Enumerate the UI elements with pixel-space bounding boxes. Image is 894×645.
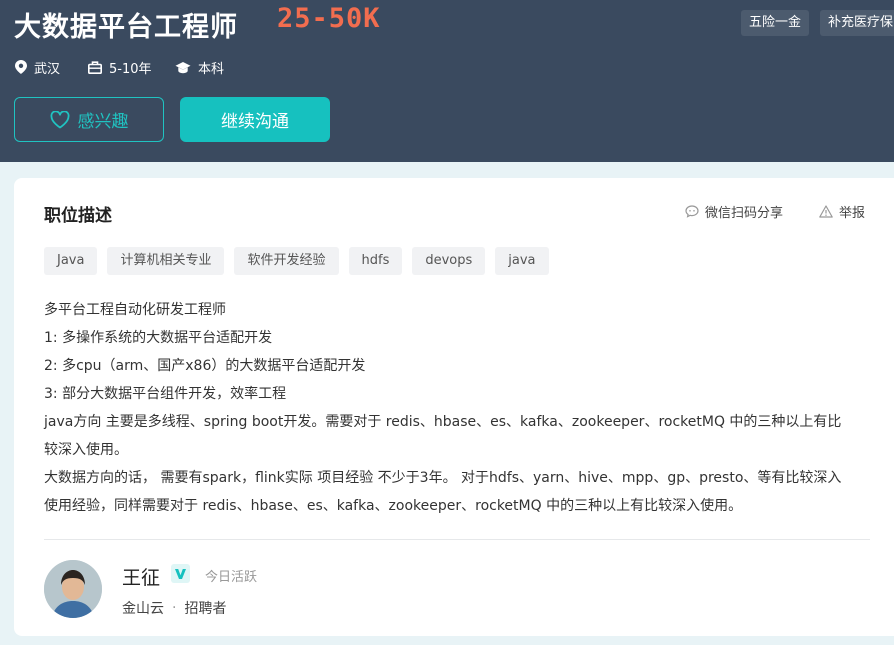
- skill-tag: java: [495, 247, 549, 275]
- skill-tag: hdfs: [348, 247, 403, 275]
- heart-icon: [50, 110, 69, 128]
- benefit-tag: 补充医疗保险: [820, 10, 894, 36]
- divider: [44, 539, 870, 540]
- education-text: 本科: [198, 61, 225, 77]
- warning-icon: [819, 205, 833, 218]
- salary: 25-50K: [277, 3, 381, 34]
- interest-button[interactable]: 感兴趣: [14, 97, 164, 142]
- verified-icon: [175, 568, 186, 579]
- job-description: 多平台工程自动化研发工程师 1: 多操作系统的大数据平台适配开发 2: 多cpu…: [44, 296, 870, 520]
- section-title: 职位描述: [44, 206, 112, 226]
- skill-tag: 计算机相关专业: [107, 247, 225, 275]
- job-location: 武汉: [15, 58, 61, 77]
- description-line: 3: 部分大数据平台组件开发，效率工程: [44, 386, 287, 402]
- description-line: 2: 多cpu（arm、国产x86）的大数据平台适配开发: [44, 358, 366, 374]
- briefcase-icon: [88, 60, 102, 74]
- description-line: java方向 主要是多线程、spring boot开发。需要对于 redis、h…: [44, 414, 842, 430]
- description-line: 较深入使用。: [44, 442, 128, 458]
- description-line: 使用经验，同样需要对于 redis、hbase、es、kafka、zookeep…: [44, 498, 743, 514]
- skill-tags: Java 计算机相关专业 软件开发经验 hdfs devops java: [44, 247, 559, 275]
- benefit-tag: 五险一金: [741, 10, 810, 36]
- job-experience: 5-10年: [88, 58, 152, 77]
- recruiter-company-role: 金山云 · 招聘者: [122, 598, 226, 618]
- job-education: 本科: [175, 58, 225, 77]
- recruiter-role: 招聘者: [184, 601, 227, 617]
- location-icon: [15, 60, 27, 74]
- skill-tag: Java: [44, 247, 98, 275]
- experience-text: 5-10年: [109, 61, 152, 77]
- report-link[interactable]: 举报: [819, 202, 865, 221]
- interest-button-label: 感兴趣: [77, 112, 129, 132]
- verified-badge: [171, 564, 190, 583]
- graduation-cap-icon: [175, 61, 191, 73]
- share-label: 微信扫码分享: [705, 206, 784, 221]
- description-line: 多平台工程自动化研发工程师: [44, 302, 226, 318]
- job-title: 大数据平台工程师: [14, 12, 238, 43]
- wechat-share-link[interactable]: 微信扫码分享: [685, 202, 783, 221]
- description-line: 1: 多操作系统的大数据平台适配开发: [44, 330, 273, 346]
- location-text: 武汉: [34, 61, 61, 77]
- wechat-icon: [685, 205, 699, 218]
- recruiter-name: 王征: [122, 567, 161, 589]
- recruiter-avatar[interactable]: [44, 560, 102, 618]
- continue-chat-button[interactable]: 继续沟通: [180, 97, 330, 142]
- separator-dot: ·: [172, 600, 177, 616]
- job-header: 大数据平台工程师 25-50K 五险一金 补充医疗保险 武汉 5-10年 本科 …: [0, 0, 894, 162]
- skill-tag: devops: [412, 247, 486, 275]
- report-label: 举报: [839, 206, 866, 221]
- description-line: 大数据方向的话， 需要有spark，flink实际 项目经验 不少于3年。 对于…: [44, 470, 842, 486]
- recruiter-company: 金山云: [122, 601, 164, 617]
- skill-tag: 软件开发经验: [234, 247, 339, 275]
- job-description-card: 职位描述 微信扫码分享 举报 Java 计算机相关专业 软件开发经验 hdfs …: [14, 178, 894, 636]
- active-status: 今日活跃: [205, 570, 258, 585]
